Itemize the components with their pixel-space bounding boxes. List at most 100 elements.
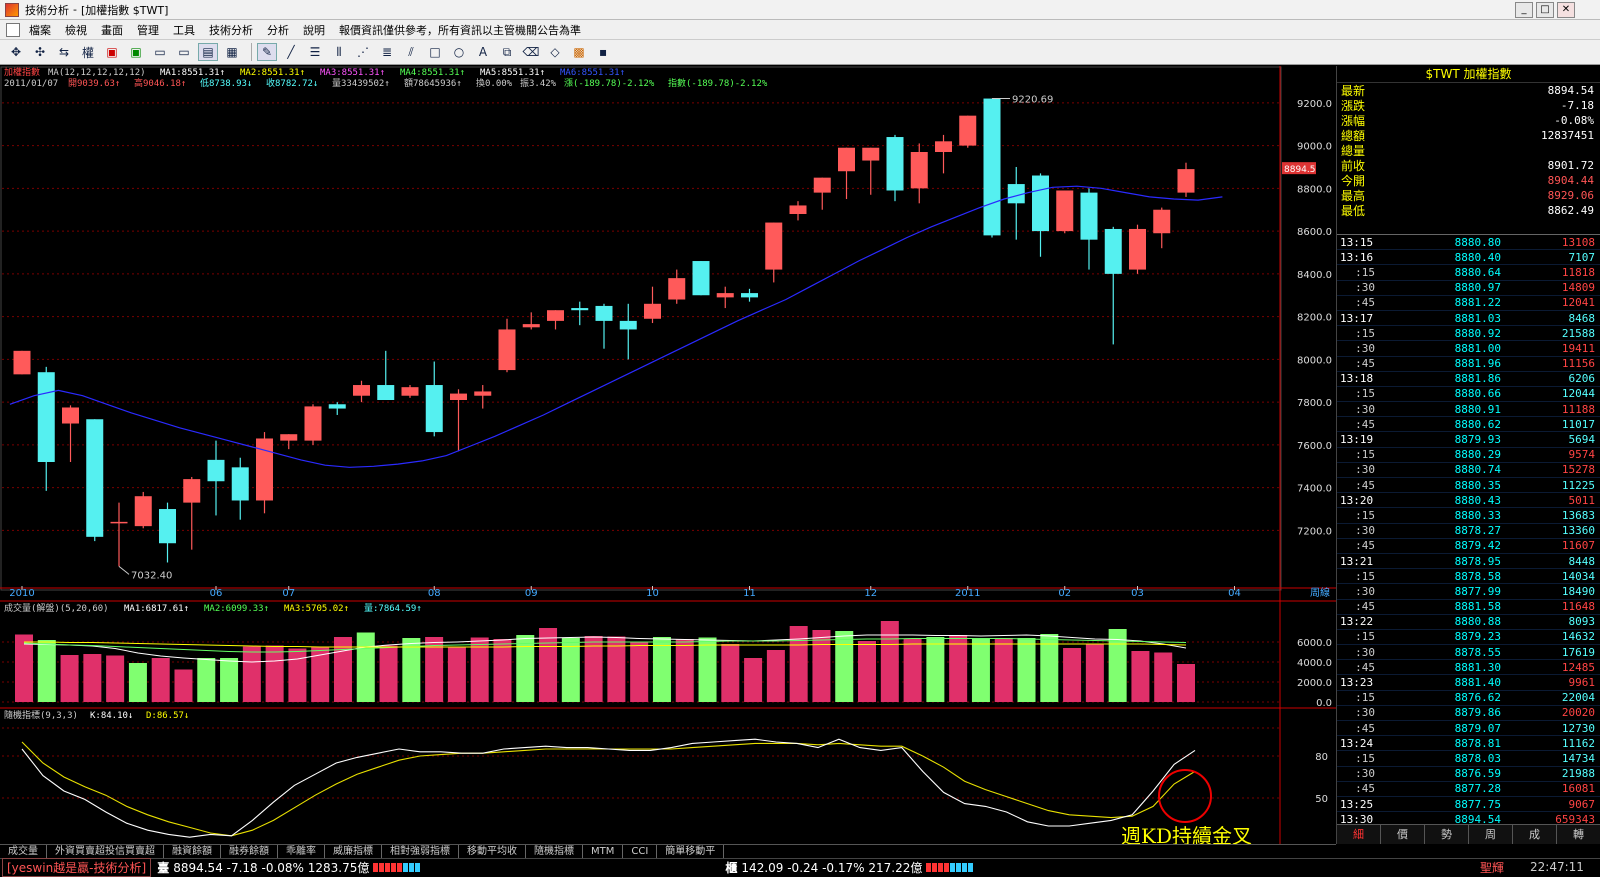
save-icon[interactable]: ▪ — [593, 43, 613, 61]
tick-row[interactable]: :15 8876.62 22004 — [1337, 691, 1600, 706]
menu-tools[interactable]: 工具 — [166, 22, 202, 38]
candle-body — [1177, 169, 1195, 193]
tick-row[interactable]: :15 8880.64 11818 — [1337, 265, 1600, 281]
tick-row[interactable]: :30 8879.86 20020 — [1337, 706, 1600, 721]
hline-icon[interactable]: ☰ — [305, 43, 325, 61]
candle-body — [571, 308, 589, 311]
channel-icon[interactable]: ⫽ — [401, 43, 421, 61]
tick-time: :45 — [1355, 600, 1375, 614]
chart-red-icon[interactable]: ▣ — [102, 43, 122, 61]
tick-row[interactable]: 13:25 8877.75 9067 — [1337, 797, 1600, 813]
tick-row[interactable]: :45 8880.35 11225 — [1337, 478, 1600, 494]
menu-manage[interactable]: 管理 — [130, 22, 166, 38]
fan-icon[interactable]: ⋰ — [353, 43, 373, 61]
clear-icon[interactable]: ◇ — [545, 43, 565, 61]
tick-row[interactable]: :15 8880.29 9574 — [1337, 448, 1600, 463]
indicator-tab[interactable]: 移動平均收 — [459, 845, 526, 858]
indicator-tab[interactable]: 融券餘額 — [221, 845, 278, 858]
quote-tab[interactable]: 轉 — [1557, 825, 1600, 844]
tick-row[interactable]: :45 8879.42 11607 — [1337, 539, 1600, 554]
tick-row[interactable]: 13:22 8880.88 8093 — [1337, 615, 1600, 630]
menu-file[interactable]: 檔案 — [22, 22, 58, 38]
tick-row[interactable]: :45 8880.62 11017 — [1337, 417, 1600, 433]
tick-list[interactable]: 13:15 8880.80 13108 13:16 8880.40 7107:15 8880… — [1337, 234, 1600, 843]
candle-body — [425, 385, 443, 433]
indicator-tab[interactable]: 威廉指標 — [325, 845, 382, 858]
quote-tab[interactable]: 細 — [1337, 825, 1381, 844]
tick-volume: 12485 — [1561, 660, 1595, 674]
tick-row[interactable]: :15 8878.03 14734 — [1337, 751, 1600, 767]
quote-tab[interactable]: 價 — [1381, 825, 1425, 844]
menu-technical-analysis[interactable]: 技術分析 — [202, 22, 260, 38]
tick-row[interactable]: 13:17 8881.03 8468 — [1337, 311, 1600, 327]
ellipse-icon[interactable]: ○ — [449, 43, 469, 61]
menu-view[interactable]: 檢視 — [58, 22, 94, 38]
tick-row[interactable]: 13:23 8881.40 9961 — [1337, 675, 1600, 691]
chart-green-icon[interactable]: ▣ — [126, 43, 146, 61]
tick-row[interactable]: :15 8879.23 14632 — [1337, 630, 1600, 646]
quote-tab[interactable]: 成 — [1513, 825, 1557, 844]
tick-row[interactable]: :30 8877.99 18490 — [1337, 584, 1600, 600]
tick-row[interactable]: :30 8880.91 11188 — [1337, 402, 1600, 418]
rectangle-icon[interactable]: □ — [425, 43, 445, 61]
indicator-tab[interactable]: 簡單移動平 — [657, 845, 725, 858]
close-button[interactable]: ✕ — [1557, 2, 1575, 18]
menu-analysis[interactable]: 分析 — [260, 22, 296, 38]
maximize-button[interactable]: □ — [1536, 2, 1554, 18]
tick-row[interactable]: :45 8877.28 16081 — [1337, 782, 1600, 797]
tick-row[interactable]: :30 8878.55 17619 — [1337, 645, 1600, 661]
vline-icon[interactable]: ⦀ — [329, 43, 349, 61]
rights-button[interactable]: 權 — [78, 43, 98, 61]
palette-icon[interactable]: ▩ — [569, 43, 589, 61]
indicator-tab[interactable]: MTM — [583, 845, 624, 858]
tick-row[interactable]: 13:19 8879.93 5694 — [1337, 432, 1600, 448]
indicator-tab[interactable]: CCI — [623, 845, 658, 858]
copy-icon[interactable]: ⧉ — [497, 43, 517, 61]
text-icon[interactable]: A — [473, 43, 493, 61]
tick-row[interactable]: :30 8880.97 14809 — [1337, 281, 1600, 296]
indicator-tab[interactable]: 隨機指標 — [526, 845, 583, 858]
tile-icon[interactable]: ▦ — [222, 43, 242, 61]
menu-screen[interactable]: 畫面 — [94, 22, 130, 38]
quote-tab[interactable]: 周 — [1469, 825, 1513, 844]
tick-row[interactable]: 13:16 8880.40 7107 — [1337, 250, 1600, 266]
tick-row[interactable]: 13:18 8881.86 6206 — [1337, 372, 1600, 387]
fib-icon[interactable]: ≣ — [377, 43, 397, 61]
indicator-tab[interactable]: 相對強弱指標 — [382, 845, 459, 858]
tick-row[interactable]: :45 8881.96 11156 — [1337, 357, 1600, 372]
minimize-button[interactable]: _ — [1515, 2, 1533, 18]
indicator-tab[interactable]: 外資買賣超投信買賣超 — [47, 845, 164, 858]
tick-row[interactable]: 13:20 8880.43 5011 — [1337, 493, 1600, 509]
line-icon[interactable]: ╱ — [281, 43, 301, 61]
tick-row[interactable]: 13:24 8878.81 11162 — [1337, 736, 1600, 752]
window-icon[interactable]: ▭ — [150, 43, 170, 61]
tick-row[interactable]: 13:15 8880.80 13108 — [1337, 235, 1600, 251]
tick-row[interactable]: :45 8881.30 12485 — [1337, 660, 1600, 676]
tick-row[interactable]: :15 8880.33 13683 — [1337, 508, 1600, 524]
chart-canvas[interactable]: 7200.0 7400.0 7600.0 7800.0 8000.0 8200.0 8400… — [0, 66, 1336, 844]
tick-row[interactable]: :15 8880.92 21588 — [1337, 326, 1600, 342]
draw-icon[interactable]: ✎ — [257, 43, 278, 61]
tick-row[interactable]: :15 8880.66 12044 — [1337, 387, 1600, 403]
indicator-tab[interactable]: 乖離率 — [278, 845, 325, 858]
arrows-icon[interactable]: ⇆ — [54, 43, 74, 61]
tick-row[interactable]: :15 8878.58 14034 — [1337, 569, 1600, 585]
quote-tab[interactable]: 勢 — [1425, 825, 1469, 844]
move-icon[interactable]: ✣ — [30, 43, 50, 61]
layout-icon[interactable]: ▤ — [198, 43, 219, 61]
volume-bar — [539, 628, 558, 702]
tick-row[interactable]: :45 8881.22 12041 — [1337, 296, 1600, 311]
tick-row[interactable]: :30 8881.00 19411 — [1337, 341, 1600, 357]
tick-row[interactable]: :30 8876.59 21988 — [1337, 767, 1600, 782]
window2-icon[interactable]: ▭ — [174, 43, 194, 61]
tick-row[interactable]: :30 8878.27 13360 — [1337, 524, 1600, 539]
menu-help[interactable]: 說明 — [296, 22, 332, 38]
indicator-tab[interactable]: 融資餘額 — [164, 845, 221, 858]
indicator-tab[interactable]: 成交量 — [0, 845, 47, 858]
crosshair-icon[interactable]: ✥ — [6, 43, 26, 61]
tick-row[interactable]: :30 8880.74 15278 — [1337, 463, 1600, 478]
eraser-icon[interactable]: ⌫ — [521, 43, 541, 61]
tick-row[interactable]: 13:21 8878.95 8448 — [1337, 554, 1600, 570]
tick-row[interactable]: :45 8879.07 12730 — [1337, 721, 1600, 737]
tick-row[interactable]: :45 8881.58 11648 — [1337, 600, 1600, 615]
